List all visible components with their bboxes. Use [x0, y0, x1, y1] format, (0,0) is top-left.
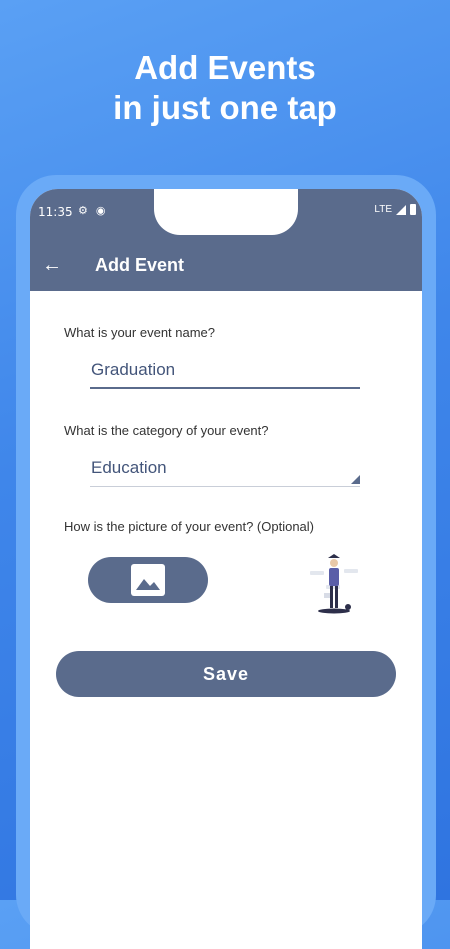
promo-headline: Add Events in just one tap	[0, 48, 450, 128]
event-name-underline	[90, 387, 360, 389]
save-button[interactable]: Save	[56, 651, 396, 697]
promo-line-2: in just one tap	[113, 89, 337, 126]
event-category-value: Education	[91, 458, 167, 477]
camera-notch	[154, 189, 298, 235]
page-title: Add Event	[95, 255, 185, 275]
status-right-icons: LTE	[374, 204, 416, 215]
event-name-value: Graduation	[91, 360, 176, 379]
image-icon	[131, 564, 165, 596]
event-category-select[interactable]: Education	[90, 449, 360, 487]
app-bar: 11:35 ⚙ ◉ LTE ← Add Event	[30, 189, 422, 291]
graduate-illustration	[310, 554, 358, 614]
status-left-icons: ⚙ ◉	[78, 204, 105, 217]
network-type: LTE	[374, 204, 392, 215]
event-picture-label: How is the picture of your event? (Optio…	[64, 519, 315, 534]
battery-icon	[410, 204, 416, 215]
promo-line-1: Add Events	[134, 49, 316, 86]
back-arrow-icon[interactable]: ←	[40, 253, 64, 277]
pick-image-button[interactable]	[88, 557, 208, 603]
event-name-label: What is your event name?	[64, 325, 216, 340]
event-name-input[interactable]: Graduation	[90, 351, 360, 389]
event-category-label: What is the category of your event?	[64, 423, 269, 438]
phone-screen: 11:35 ⚙ ◉ LTE ← Add Event What is your e…	[30, 189, 422, 949]
signal-icon	[396, 204, 406, 215]
settings-icon: ⚙	[78, 205, 88, 217]
event-category-underline	[90, 486, 360, 487]
status-time: 11:35	[38, 205, 73, 219]
dropdown-caret-icon	[351, 475, 360, 484]
phone-frame: 11:35 ⚙ ◉ LTE ← Add Event What is your e…	[16, 175, 436, 949]
notification-icon: ◉	[95, 205, 106, 217]
